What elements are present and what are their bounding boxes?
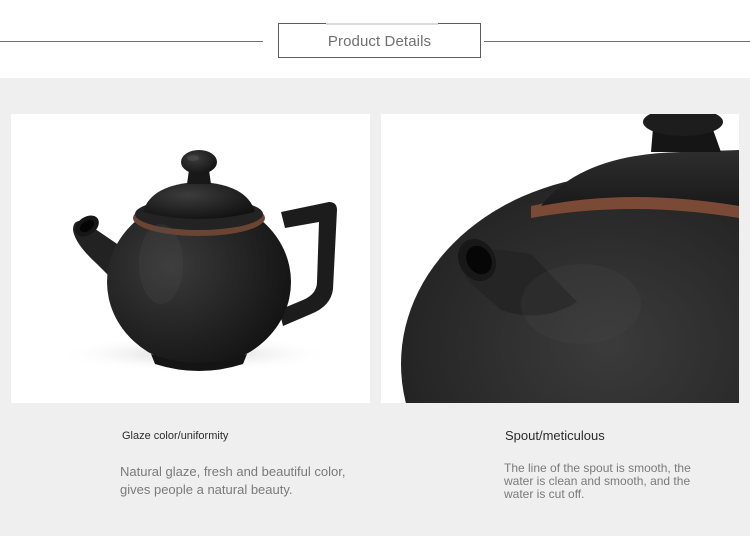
header-divider-right bbox=[484, 41, 750, 42]
spout-closeup-image bbox=[401, 114, 739, 403]
teapot-photo bbox=[11, 114, 370, 403]
teapot-image bbox=[56, 150, 337, 372]
section-title-box: Product Details bbox=[278, 23, 481, 58]
header-divider-left bbox=[0, 41, 263, 42]
section-title: Product Details bbox=[327, 33, 432, 50]
feature-title-glaze: Glaze color/uniformity bbox=[122, 430, 229, 442]
feature-title-spout: Spout/meticulous bbox=[505, 428, 605, 443]
spout-closeup-photo bbox=[381, 114, 739, 403]
feature-description-spout: The line of the spout is smooth, the wat… bbox=[504, 461, 691, 501]
header-band: Product Details bbox=[0, 0, 750, 78]
feature-description-glaze: Natural glaze, fresh and beautiful color… bbox=[120, 464, 346, 497]
